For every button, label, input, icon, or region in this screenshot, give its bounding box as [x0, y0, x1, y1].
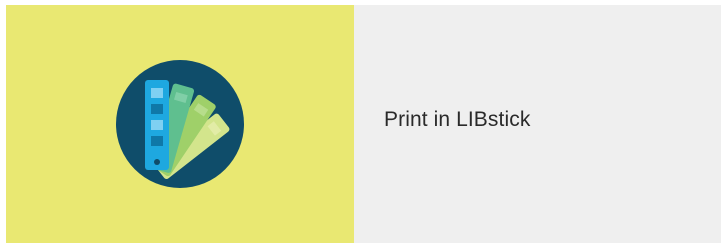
print-option-card[interactable]: Print in LIBstick	[6, 5, 721, 243]
option-info: Print in LIBstick	[354, 5, 721, 243]
option-thumbnail	[6, 5, 354, 243]
option-title: Print in LIBstick	[384, 108, 531, 131]
swatch-fan-icon	[116, 60, 244, 188]
